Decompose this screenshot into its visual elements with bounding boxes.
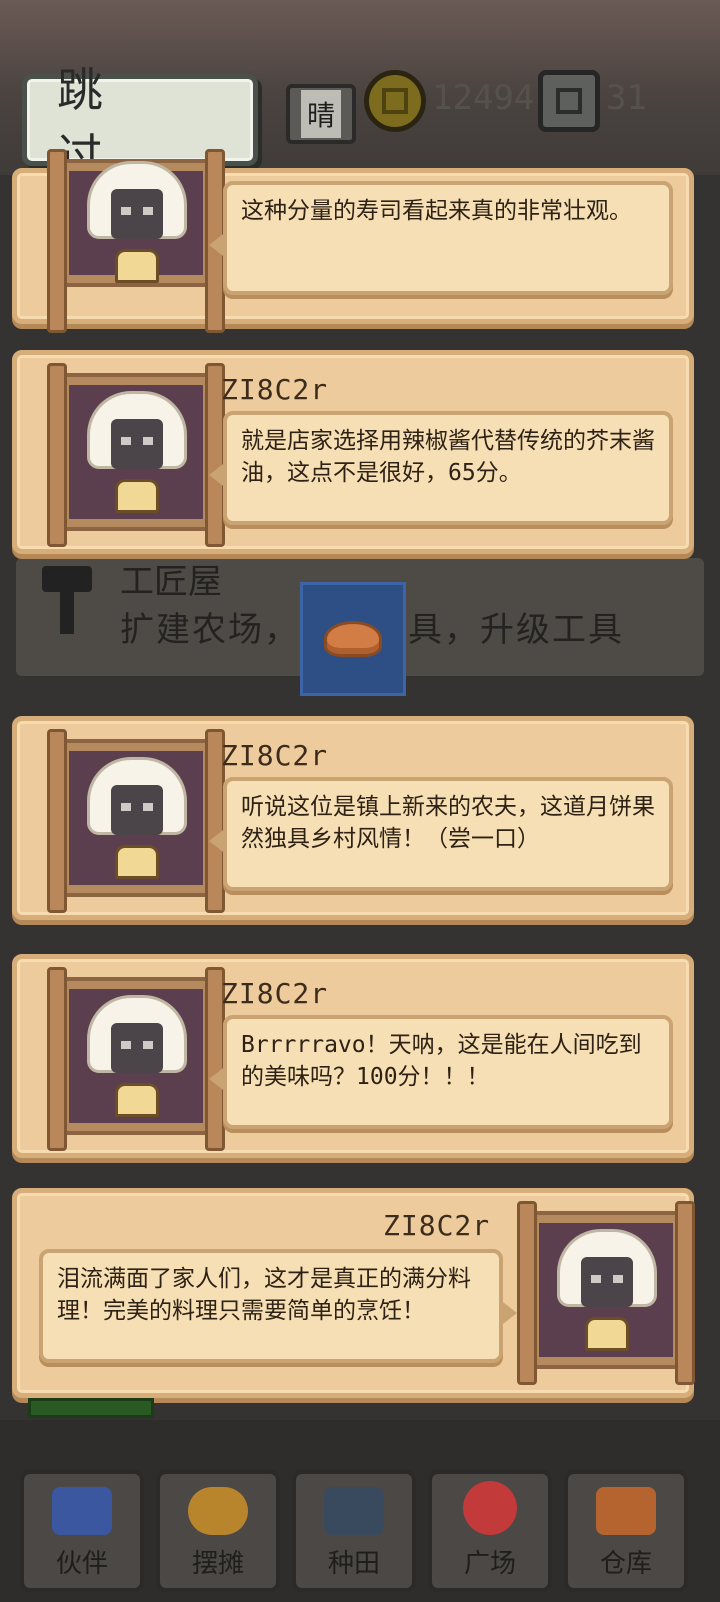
- nav-label: 种田: [327, 1549, 380, 1579]
- coin-count: 12494: [432, 78, 535, 118]
- dialogue-text: 泪流满面了家人们，这才是真正的满分料理！完美的料理只需要简单的烹饪！: [39, 1249, 517, 1363]
- dialogue-card: ZI8C2r 就是店家选择用辣椒酱代替传统的芥末酱油，这点不是很好，65分。: [12, 350, 694, 554]
- weather-indicator: 晴: [286, 84, 356, 144]
- nav-warehouse[interactable]: 仓库: [564, 1470, 688, 1592]
- coin-icon: [364, 70, 426, 132]
- girl-avatar-icon: [87, 391, 187, 517]
- speaker-portrait: [47, 149, 225, 333]
- dialogue-text: 就是店家选择用辣椒酱代替传统的芥末酱油，这点不是很好，65分。: [209, 411, 673, 525]
- dialogue-card: ZI8C2r 听说这位是镇上新来的农夫，这道月饼果然独具乡村风情！（尝一口）: [12, 716, 694, 920]
- warehouse-icon: [596, 1487, 656, 1535]
- dialogue-card: 这种分量的寿司看起来真的非常壮观。: [12, 149, 694, 333]
- partners-icon: [52, 1487, 112, 1535]
- dialogue-text: 听说这位是镇上新来的农夫，这道月饼果然独具乡村风情！（尝一口）: [209, 777, 673, 891]
- weather-label: 晴: [300, 90, 341, 138]
- stall-icon: [188, 1487, 248, 1535]
- nav-stall[interactable]: 摆摊: [156, 1470, 280, 1592]
- progress-bar: [28, 1398, 154, 1418]
- dialogue-card: ZI8C2r 泪流满面了家人们，这才是真正的满分料理！完美的料理只需要简单的烹饪…: [12, 1188, 695, 1398]
- girl-avatar-icon: [87, 995, 187, 1121]
- hammer-icon: [40, 566, 96, 636]
- speaker-name: ZI8C2r: [221, 977, 329, 1010]
- mooncake-tile: [300, 582, 406, 696]
- nav-label: 摆摊: [191, 1549, 244, 1579]
- speaker-portrait: [47, 363, 225, 547]
- speaker-name: ZI8C2r: [221, 373, 329, 406]
- gem-icon: [538, 70, 600, 132]
- gem-count: 31: [606, 78, 647, 118]
- speaker-name: ZI8C2r: [221, 739, 329, 772]
- nav-label: 广场: [463, 1549, 516, 1579]
- speaker-portrait: [517, 1201, 695, 1385]
- dialogue-card: ZI8C2r Brrrrravo！天呐，这是能在人间吃到的美味吗？100分！！！: [12, 954, 694, 1158]
- nav-plaza[interactable]: 广场: [428, 1470, 552, 1592]
- nav-label: 仓库: [599, 1549, 652, 1579]
- dialogue-text: 这种分量的寿司看起来真的非常壮观。: [209, 181, 673, 295]
- dialogue-text: Brrrrravo！天呐，这是能在人间吃到的美味吗？100分！！！: [209, 1015, 673, 1129]
- watering-can-icon: [324, 1487, 384, 1535]
- nav-farming[interactable]: 种田: [292, 1470, 416, 1592]
- flower-icon: [463, 1481, 517, 1535]
- speaker-name: ZI8C2r: [383, 1209, 491, 1242]
- nav-label: 伙伴: [55, 1549, 108, 1579]
- girl-avatar-icon: [557, 1229, 657, 1355]
- girl-avatar-icon: [87, 757, 187, 883]
- mooncake-icon: [324, 621, 382, 657]
- speaker-portrait: [47, 967, 225, 1151]
- nav-partners[interactable]: 伙伴: [20, 1470, 144, 1592]
- girl-avatar-icon: [87, 161, 187, 287]
- speaker-portrait: [47, 729, 225, 913]
- workshop-title: 工匠屋: [120, 562, 222, 602]
